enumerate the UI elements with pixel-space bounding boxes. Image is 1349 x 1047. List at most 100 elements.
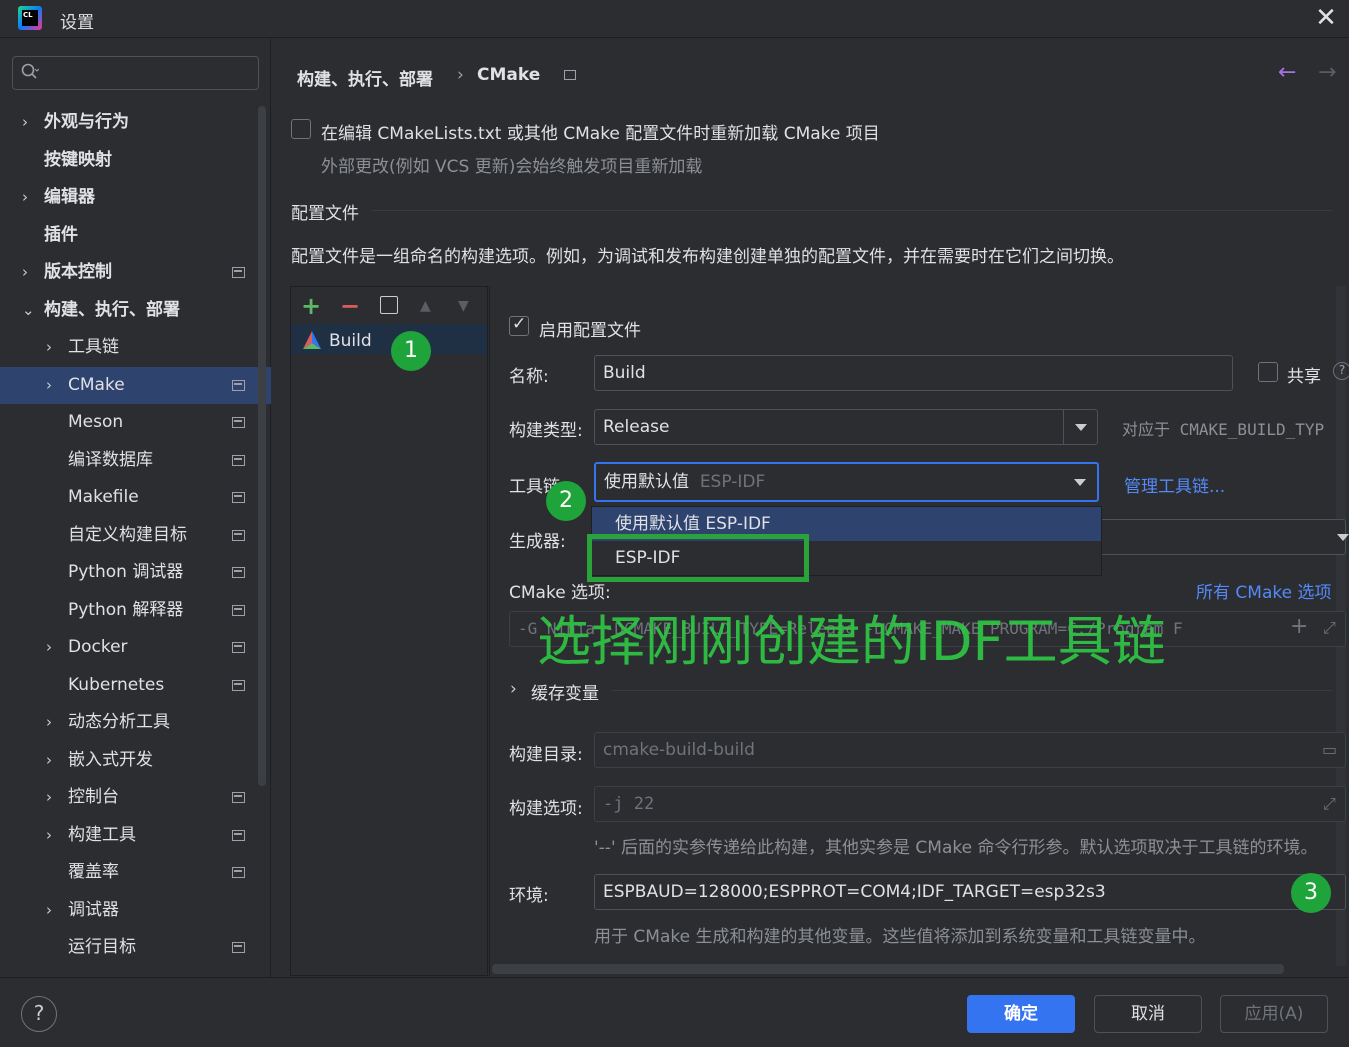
chevron-down-icon[interactable]	[1326, 519, 1349, 555]
chevron-right-icon[interactable]: ›	[46, 329, 52, 366]
enable-profile-checkbox[interactable]	[509, 314, 529, 336]
sidebar-item[interactable]: › 调试器	[0, 892, 271, 929]
add-profile-button[interactable]: +	[301, 292, 321, 320]
project-scope-icon	[232, 417, 245, 428]
sidebar-item[interactable]: › 构建工具	[0, 817, 271, 854]
move-up-icon[interactable]: ▲	[420, 298, 431, 314]
reload-cmake-hint: 外部更改(例如 VCS 更新)会始终触发项目重新加载	[321, 157, 703, 177]
back-arrow-icon[interactable]: ←	[1278, 60, 1296, 85]
sidebar-item[interactable]: › 控制台	[0, 779, 271, 816]
sidebar-item[interactable]: Python 解释器	[0, 592, 271, 629]
chevron-down-icon[interactable]	[1063, 409, 1097, 445]
environment-label: 环境:	[509, 886, 549, 906]
chevron-right-icon[interactable]: ›	[46, 704, 52, 741]
sidebar-item-label: 覆盖率	[68, 862, 119, 882]
remove-profile-button[interactable]: −	[340, 292, 360, 320]
sidebar-item[interactable]: 运行目标	[0, 929, 271, 966]
sidebar-item-label: Makefile	[68, 487, 139, 507]
sidebar-item-label: 按键映射	[44, 150, 112, 170]
environment-hint: 用于 CMake 生成和构建的其他变量。这些值将添加到系统变量和工具链变量中。	[594, 927, 1206, 947]
sidebar-item[interactable]: › 版本控制	[0, 254, 271, 291]
environment-input[interactable]: ESPBAUD=128000;ESPPROT=COM4;IDF_TARGET=e…	[594, 874, 1346, 910]
sidebar-item[interactable]: › Docker	[0, 629, 271, 666]
chevron-right-icon[interactable]: ›	[46, 779, 52, 816]
sidebar-item[interactable]: ⌄ 构建、执行、部署	[0, 292, 271, 329]
details-horizontal-scrollbar[interactable]	[492, 964, 1284, 974]
build-type-select[interactable]: Release	[594, 409, 1098, 445]
settings-search-input[interactable]	[12, 56, 259, 90]
annotation-badge: 2	[546, 481, 586, 521]
project-scope-icon	[232, 942, 245, 953]
section-divider	[612, 690, 1332, 691]
enable-profile-label: 启用配置文件	[539, 321, 641, 341]
cache-variables-section[interactable]: 缓存变量	[531, 679, 599, 704]
chevron-right-icon[interactable]: ›	[46, 817, 52, 854]
search-icon	[21, 63, 39, 79]
sidebar-item[interactable]: › 嵌入式开发	[0, 742, 271, 779]
sidebar-item[interactable]: 覆盖率	[0, 854, 271, 891]
sidebar-item-label: 动态分析工具	[68, 712, 170, 732]
chevron-right-icon[interactable]: ›	[46, 742, 52, 779]
breadcrumb-parent[interactable]: 构建、执行、部署	[297, 65, 433, 90]
project-scope-icon	[232, 455, 245, 466]
sidebar-item[interactable]: › 外观与行为	[0, 104, 271, 141]
expand-icon[interactable]: ⤢	[1323, 794, 1336, 814]
sidebar-item-label: 构建工具	[68, 825, 136, 845]
build-dir-input[interactable]: cmake-build-build	[594, 732, 1346, 768]
sidebar-item-label: 构建、执行、部署	[44, 300, 180, 320]
toolchain-select[interactable]: 使用默认值 ESP-IDF	[594, 462, 1099, 502]
chevron-down-icon[interactable]: ⌄	[22, 292, 35, 329]
expand-icon[interactable]: ⤢	[1323, 618, 1336, 638]
chevron-right-icon[interactable]: ›	[22, 179, 28, 216]
chevron-right-icon[interactable]: ›	[46, 892, 52, 929]
sidebar-item[interactable]: Meson	[0, 404, 271, 441]
share-checkbox[interactable]	[1258, 362, 1278, 382]
sidebar-item[interactable]: › 编辑器	[0, 179, 271, 216]
forward-arrow-icon[interactable]: →	[1318, 60, 1336, 85]
chevron-right-icon[interactable]: ›	[22, 254, 28, 291]
chevron-right-icon[interactable]: ›	[22, 104, 28, 141]
sidebar-scrollbar[interactable]	[258, 106, 266, 786]
build-type-hint: 对应于 CMAKE_BUILD_TYP	[1122, 420, 1325, 439]
project-scope-icon	[232, 530, 245, 541]
build-type-value: Release	[603, 417, 670, 437]
sidebar-item[interactable]: Makefile	[0, 479, 271, 516]
sidebar-item[interactable]: › 动态分析工具	[0, 704, 271, 741]
sidebar-item-label: Python 解释器	[68, 600, 184, 620]
cmake-icon	[303, 331, 321, 349]
cancel-button[interactable]: 取消	[1094, 995, 1202, 1033]
sidebar-item-label: Meson	[68, 412, 124, 432]
generator-select[interactable]	[1100, 519, 1346, 555]
sidebar-item[interactable]: 编译数据库	[0, 442, 271, 479]
project-scope-icon	[232, 567, 245, 578]
profile-name-input[interactable]: Build	[594, 355, 1233, 391]
chevron-right-icon[interactable]: ›	[46, 367, 52, 404]
sidebar-item[interactable]: › CMake	[0, 367, 271, 404]
ok-button[interactable]: 确定	[967, 995, 1075, 1033]
sidebar-item-label: 运行目标	[68, 937, 136, 957]
reload-cmake-checkbox[interactable]	[291, 119, 311, 139]
sidebar-item[interactable]: 按键映射	[0, 142, 271, 179]
chevron-right-icon[interactable]: ›	[46, 629, 52, 666]
profile-name-label: Build	[329, 331, 372, 351]
all-cmake-options-link[interactable]: 所有 CMake 选项	[1196, 578, 1331, 603]
help-icon[interactable]: ?	[1333, 362, 1349, 380]
sidebar-item-label: 编译数据库	[68, 450, 153, 470]
sidebar-item[interactable]: 自定义构建目标	[0, 517, 271, 554]
sidebar-item[interactable]: 插件	[0, 217, 271, 254]
help-button[interactable]: ?	[21, 996, 57, 1032]
manage-toolchains-link[interactable]: 管理工具链...	[1124, 472, 1225, 497]
close-icon[interactable]: ✕	[1312, 4, 1340, 32]
build-options-input[interactable]: -j 22	[594, 786, 1346, 822]
move-down-icon[interactable]: ▼	[458, 298, 469, 314]
copy-profile-icon[interactable]	[380, 296, 398, 314]
chevron-down-icon[interactable]	[1063, 464, 1097, 500]
sidebar-item[interactable]: › 工具链	[0, 329, 271, 366]
folder-icon[interactable]: ▭	[1322, 740, 1337, 759]
chevron-right-icon[interactable]: ›	[510, 679, 517, 699]
app-icon-text: CL	[22, 10, 38, 26]
add-icon[interactable]: +	[1290, 614, 1308, 639]
sidebar-item[interactable]: Python 调试器	[0, 554, 271, 591]
apply-button[interactable]: 应用(A)	[1220, 995, 1328, 1033]
sidebar-item[interactable]: Kubernetes	[0, 667, 271, 704]
